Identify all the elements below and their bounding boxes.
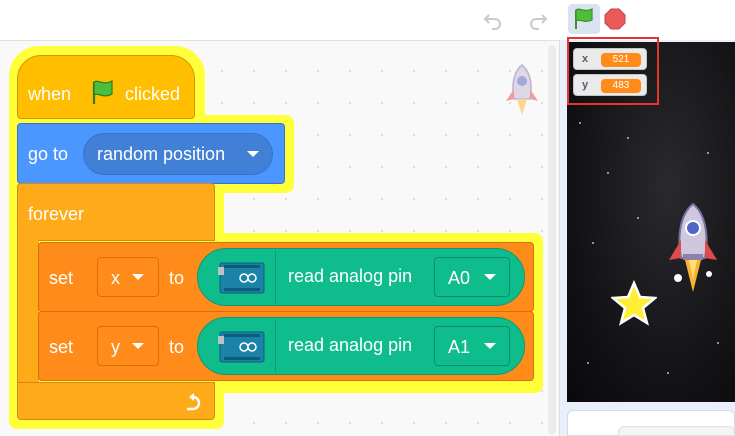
star-sprite[interactable] (611, 280, 657, 326)
go-to-target-value: random position (97, 144, 226, 164)
set-variable-block[interactable]: set x to read analog pin A0 (38, 242, 534, 312)
hat-clicked-label: clicked (125, 84, 181, 104)
chevron-down-icon (132, 274, 144, 280)
rocket-sprite[interactable] (662, 200, 724, 296)
forever-block-bottom[interactable] (17, 382, 215, 420)
forever-label: forever (28, 204, 85, 224)
top-toolbar (0, 0, 735, 40)
vertical-scrollbar[interactable] (548, 45, 556, 435)
chevron-down-icon (132, 343, 144, 349)
redo-icon[interactable] (527, 9, 549, 31)
monitor-highlight-box (567, 37, 659, 105)
background-star (667, 372, 669, 374)
variable-dropdown[interactable]: y (97, 326, 159, 366)
reporter-label: read analog pin (288, 266, 413, 286)
chevron-down-icon (484, 274, 496, 280)
background-star (579, 122, 581, 124)
sprite-watermark-rocket-icon (500, 59, 544, 123)
go-to-target-dropdown[interactable]: random position (83, 133, 273, 175)
set-variable-block[interactable]: set y to read analog pin A1 (38, 311, 534, 381)
set-label: set (49, 337, 74, 357)
background-star (587, 362, 589, 364)
to-label: to (169, 268, 185, 288)
pin-value: A1 (448, 337, 471, 357)
green-flag-icon (92, 79, 113, 104)
to-label: to (169, 337, 185, 357)
undo-icon[interactable] (482, 9, 504, 31)
forever-block[interactable]: forever (17, 183, 215, 241)
green-flag-button[interactable] (568, 4, 600, 34)
chevron-down-icon (247, 151, 259, 157)
forever-block-arm[interactable] (17, 238, 39, 386)
go-to-label: go to (28, 144, 69, 164)
hat-when-label: when (28, 84, 72, 104)
arduino-board-icon (198, 251, 276, 303)
background-star (637, 217, 639, 219)
pin-dropdown[interactable]: A0 (434, 257, 510, 297)
background-star (607, 172, 609, 174)
background-star (592, 242, 594, 244)
stop-sign-icon (604, 8, 626, 30)
background-star (707, 152, 709, 154)
arduino-board-icon (198, 320, 276, 372)
variable-name: x (111, 268, 120, 288)
green-flag-icon (575, 8, 593, 29)
sprite-info-panel (618, 426, 735, 436)
set-label: set (49, 268, 74, 288)
pin-dropdown[interactable]: A1 (434, 326, 510, 366)
background-star (717, 342, 719, 344)
loop-arrow-icon (187, 393, 201, 411)
stop-button[interactable] (604, 8, 626, 30)
read-analog-pin-reporter[interactable]: read analog pin A1 (197, 317, 525, 375)
chevron-down-icon (484, 343, 496, 349)
variable-name: y (111, 337, 120, 357)
go-to-block[interactable]: go to random position (17, 123, 285, 184)
background-star (627, 137, 629, 139)
when-flag-clicked-block[interactable]: when clicked (17, 55, 195, 119)
reporter-label: read analog pin (288, 335, 413, 355)
pin-value: A0 (448, 268, 471, 288)
read-analog-pin-reporter[interactable]: read analog pin A0 (197, 248, 525, 306)
variable-dropdown[interactable]: x (97, 257, 159, 297)
